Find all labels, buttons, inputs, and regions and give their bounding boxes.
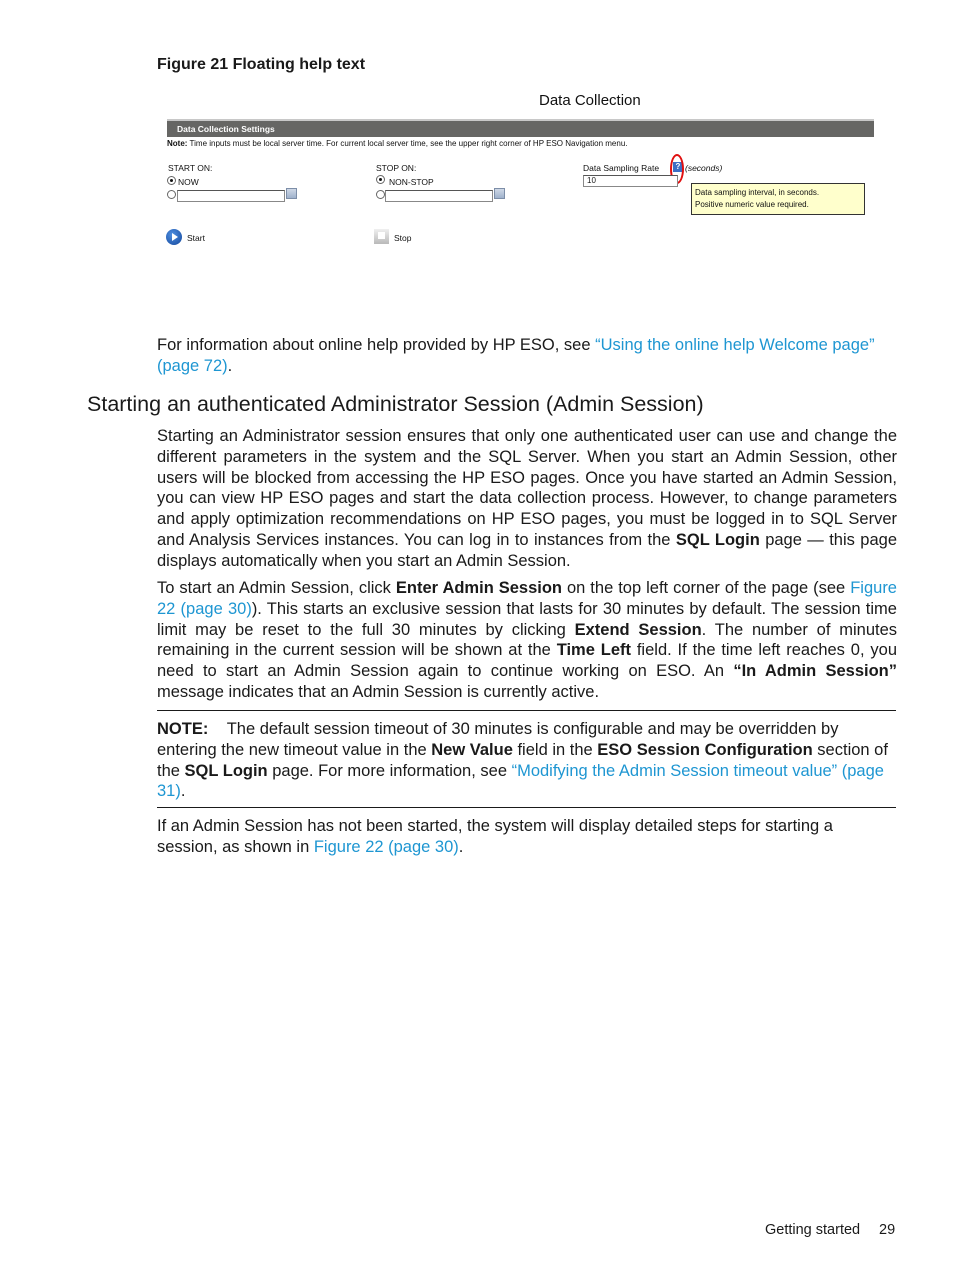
note-bold-new-value: New Value	[431, 740, 513, 759]
calendar-icon[interactable]	[494, 188, 505, 199]
screenshot-title: Data Collection	[539, 92, 641, 109]
start-on-label: START ON:	[168, 163, 213, 173]
intro-paragraph: For information about online help provid…	[157, 335, 897, 377]
stop-square-icon[interactable]	[374, 229, 389, 244]
note-label: Note:	[167, 139, 188, 148]
start-now-label: NOW	[178, 177, 199, 187]
note-top-rule	[157, 710, 896, 711]
footer-section-name: Getting started	[765, 1222, 861, 1238]
p2-text: To start an Admin Session, click	[157, 579, 396, 597]
p2-text: on the top left corner of the page (see	[562, 579, 851, 597]
page-number: 29	[879, 1222, 896, 1238]
intro-end: .	[227, 356, 233, 375]
help-tooltip: Data sampling interval, in seconds. Posi…	[691, 183, 865, 215]
p3-text: If an Admin Session has not been started…	[157, 817, 833, 856]
stop-button[interactable]: Stop	[394, 233, 412, 243]
note-text-end: .	[180, 782, 186, 801]
start-now-radio[interactable]	[167, 176, 176, 185]
stop-nonstop-label: NON-STOP	[389, 177, 434, 187]
p2-bold-in-admin-session: “In Admin Session”	[733, 662, 897, 681]
p2-bold-enter-admin-session: Enter Admin Session	[395, 579, 563, 597]
settings-section-bar: Data Collection Settings	[167, 119, 874, 137]
sampling-unit-label: (seconds)	[685, 163, 723, 173]
sampling-rate-input[interactable]: 10	[583, 175, 678, 187]
stop-date-input[interactable]	[385, 190, 493, 202]
stop-date-radio[interactable]	[376, 190, 385, 199]
note-bold-eso-session-configuration: ESO Session Configuration	[597, 740, 813, 759]
sampling-rate-label: Data Sampling Rate	[583, 163, 660, 173]
p2-bold-time-left: Time Left	[556, 641, 631, 660]
start-button[interactable]: Start	[187, 233, 205, 243]
note-text: page. For more information, see	[267, 761, 512, 780]
tooltip-line-2: Positive numeric value required.	[695, 200, 809, 209]
time-note: Note: Time inputs must be local server t…	[167, 139, 628, 148]
p3-text-end: .	[458, 837, 464, 856]
section-heading: Starting an authenticated Administrator …	[87, 392, 704, 416]
start-play-icon[interactable]	[166, 229, 182, 245]
paragraph-start-admin-session: To start an Admin Session, click Enter A…	[157, 578, 897, 703]
intro-text: For information about online help provid…	[157, 336, 596, 354]
settings-section-title: Data Collection Settings	[177, 124, 275, 134]
p2-text-end: message indicates that an Admin Session …	[157, 682, 600, 701]
note-label: NOTE:	[157, 720, 209, 738]
figure-caption: Figure 21 Floating help text	[157, 56, 366, 73]
start-date-input[interactable]	[177, 190, 285, 202]
p1-bold-sql-login: SQL Login	[675, 530, 760, 549]
tooltip-line-1: Data sampling interval, in seconds.	[695, 188, 820, 197]
stop-on-label: STOP ON:	[376, 163, 417, 173]
note-text: Time inputs must be local server time. F…	[187, 139, 628, 148]
paragraph-admin-session-intro: Starting an Administrator session ensure…	[157, 426, 897, 572]
figure-22-link[interactable]: Figure 22 (page 30)	[314, 838, 459, 856]
note-block: NOTE: The default session timeout of 30 …	[157, 719, 897, 802]
p2-bold-extend-session: Extend Session	[574, 620, 702, 639]
note-bottom-rule	[157, 807, 896, 808]
note-text: field in the	[512, 740, 598, 759]
note-bold-sql-login: SQL Login	[184, 761, 268, 780]
start-date-radio[interactable]	[167, 190, 176, 199]
calendar-icon[interactable]	[286, 188, 297, 199]
paragraph-not-started: If an Admin Session has not been started…	[157, 816, 897, 858]
stop-nonstop-radio[interactable]	[376, 175, 385, 184]
